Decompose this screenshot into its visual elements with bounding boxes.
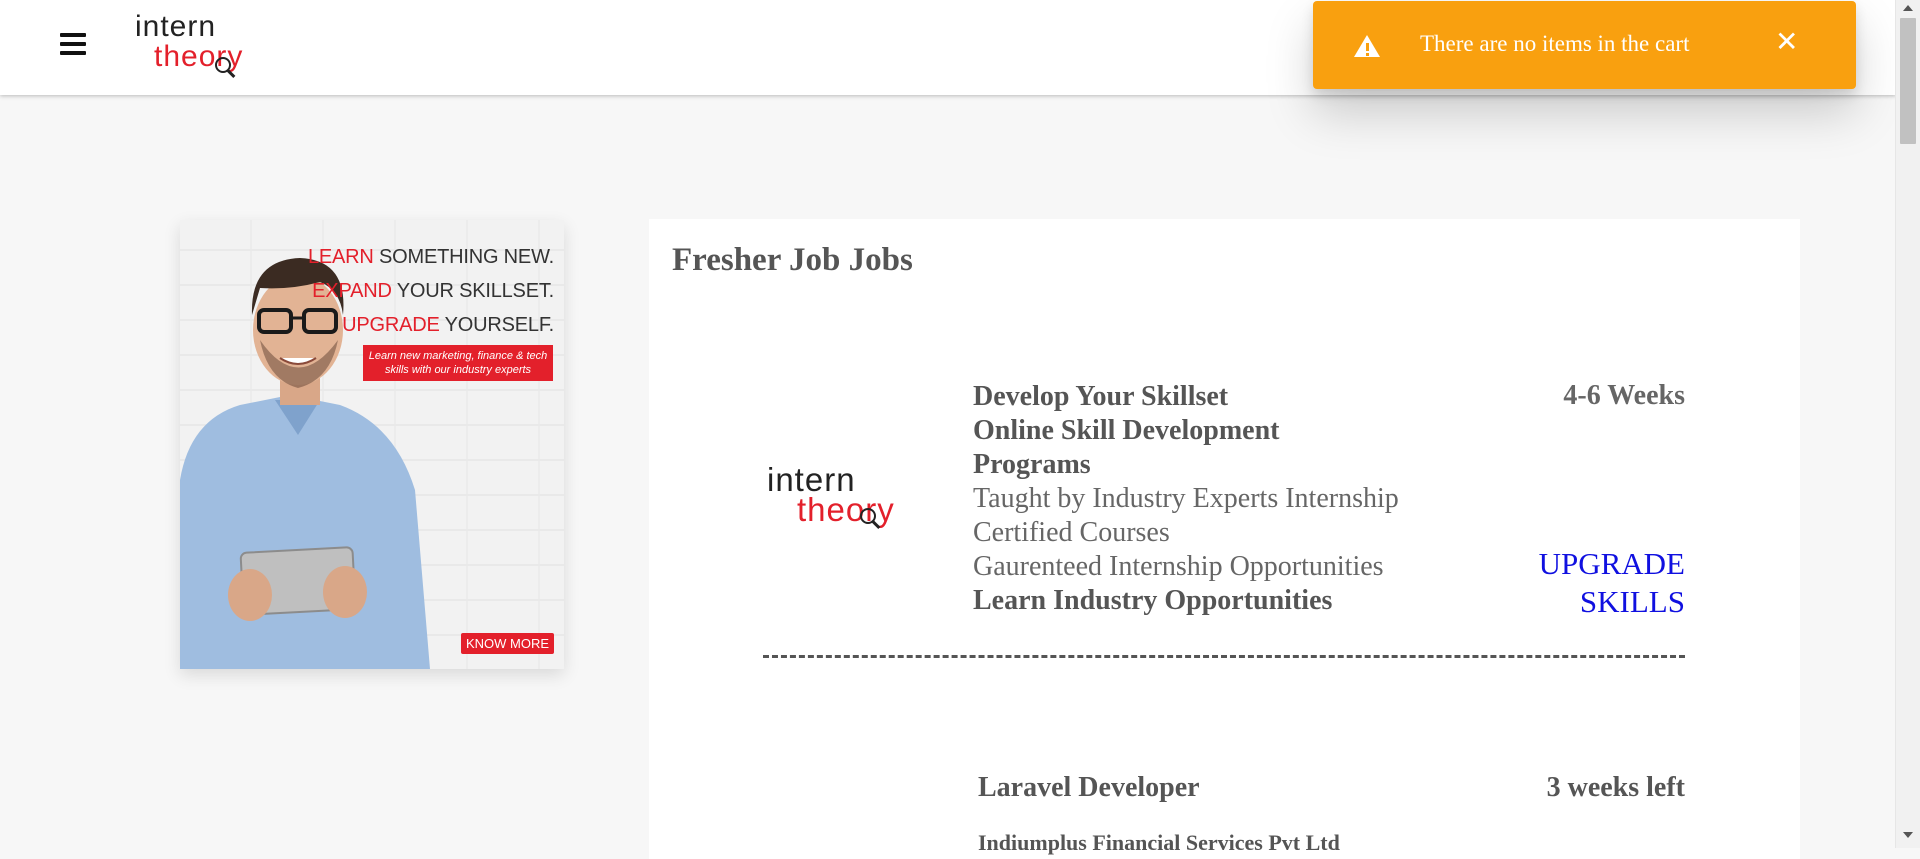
toast-message: There are no items in the cart [1420,31,1690,56]
page-title: Fresher Job Jobs [672,242,913,278]
hamburger-icon[interactable] [60,33,86,55]
close-icon[interactable]: ✕ [1775,25,1798,58]
promo-banner[interactable]: LEARN SOMETHING NEW. EXPAND YOUR SKILLSE… [180,220,564,669]
promo-line3: Learn Industry Opportunities [973,585,1333,616]
scrollbar-thumb[interactable] [1900,18,1916,144]
job-company: Indiumplus Financial Services Pvt Ltd [978,830,1340,855]
promo-heading2: Online Skill Development Programs [973,415,1280,480]
logo-line1: intern [135,10,217,43]
jobs-card: Fresher Job Jobs intern theory Develop Y… [649,219,1800,859]
scroll-up-icon[interactable] [1903,5,1913,11]
site-logo[interactable]: intern theory [135,12,265,80]
toast-notification: There are no items in the cart ✕ [1313,1,1856,89]
banner-line2: EXPAND YOUR SKILLSET. [312,280,554,302]
upgrade-skills-link[interactable]: UPGRADE SKILLS [1539,545,1685,621]
page-scrollbar[interactable] [1895,0,1920,848]
promo-logo: intern theory [767,463,907,543]
job-time-left: 3 weeks left [1546,772,1685,803]
promo-heading1: Develop Your Skillset [973,381,1229,412]
promo-description: Develop Your Skillset Online Skill Devel… [973,380,1493,618]
promo-line1: Taught by Industry Experts Internship Ce… [973,483,1399,548]
dashed-divider [763,655,1685,658]
banner-line3: UPGRADE YOURSELF. [342,314,554,336]
banner-line1: LEARN SOMETHING NEW. [307,246,554,268]
logo-line2: theory [797,491,895,528]
job-title[interactable]: Laravel Developer [978,772,1200,804]
promo-line2: Gaurenteed Internship Opportunities [973,551,1384,582]
scroll-down-icon[interactable] [1903,832,1913,838]
know-more-button[interactable]: KNOW MORE [461,633,554,654]
promo-duration: 4-6 Weeks [1563,380,1685,411]
banner-subtext: Learn new marketing, finance & tech skil… [363,345,553,381]
